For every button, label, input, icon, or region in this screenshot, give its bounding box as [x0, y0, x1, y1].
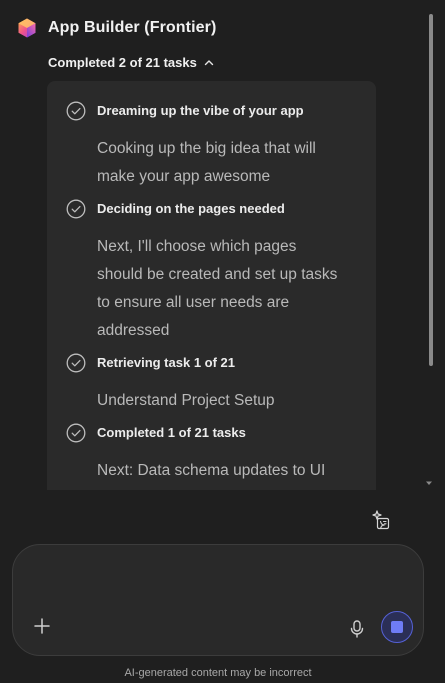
task-description-line: Understand Project Setup	[97, 392, 275, 409]
microphone-icon[interactable]	[349, 620, 365, 638]
panel-scrollbar[interactable]	[429, 14, 435, 484]
check-circle-icon	[66, 423, 86, 443]
check-circle-icon	[66, 199, 86, 219]
task-item: Completed 1 of 21 tasks Next: Data schem…	[47, 423, 376, 485]
check-circle-icon	[66, 101, 86, 121]
task-title: Completed 1 of 21 tasks	[97, 425, 246, 440]
task-progress-label: Completed 2 of 21 tasks	[48, 55, 197, 70]
chevron-up-icon	[204, 59, 214, 65]
task-description: Next: Data schema updates to UI	[97, 457, 352, 485]
task-item: Retrieving task 1 of 21 Understand Proje…	[47, 353, 376, 415]
stop-generation-button[interactable]	[381, 611, 413, 643]
message-input[interactable]	[33, 563, 397, 605]
check-circle-icon	[66, 353, 86, 373]
scrollbar-thumb[interactable]	[429, 14, 433, 366]
plus-icon[interactable]	[33, 617, 51, 635]
task-item: Deciding on the pages needed Next, I'll …	[47, 199, 376, 345]
task-description-line: Next: Data schema updates to UI	[97, 462, 326, 479]
stop-icon	[391, 621, 403, 633]
app-title: App Builder (Frontier)	[48, 19, 217, 36]
task-progress-toggle[interactable]: Completed 2 of 21 tasks	[48, 55, 215, 70]
task-description-line: should be created and set up tasks	[97, 266, 338, 283]
task-title: Retrieving task 1 of 21	[97, 355, 235, 370]
task-description-line: to ensure all user needs are	[97, 294, 290, 311]
task-title: Dreaming up the vibe of your app	[97, 103, 304, 118]
task-description-line: addressed	[97, 322, 170, 339]
task-description: Cooking up the big idea that will make y…	[97, 135, 352, 191]
ai-disclaimer: AI-generated content may be incorrect	[124, 667, 312, 679]
task-title: Deciding on the pages needed	[97, 201, 285, 216]
message-composer	[12, 544, 424, 656]
task-description-line: make your app awesome	[97, 168, 271, 185]
task-description: Understand Project Setup	[97, 387, 352, 415]
task-description: Next, I'll choose which pages should be …	[97, 233, 352, 345]
task-item: Dreaming up the vibe of your app Cooking…	[47, 101, 376, 191]
sparkle-clean-icon[interactable]	[370, 509, 392, 531]
task-list-card: Dreaming up the vibe of your app Cooking…	[47, 81, 376, 490]
task-description-line: Cooking up the big idea that will	[97, 140, 316, 157]
app-header: App Builder (Frontier)	[16, 14, 216, 42]
task-description-line: Next, I'll choose which pages	[97, 238, 297, 255]
app-builder-logo-icon	[18, 18, 36, 38]
scroll-down-arrow-icon[interactable]	[425, 479, 433, 487]
